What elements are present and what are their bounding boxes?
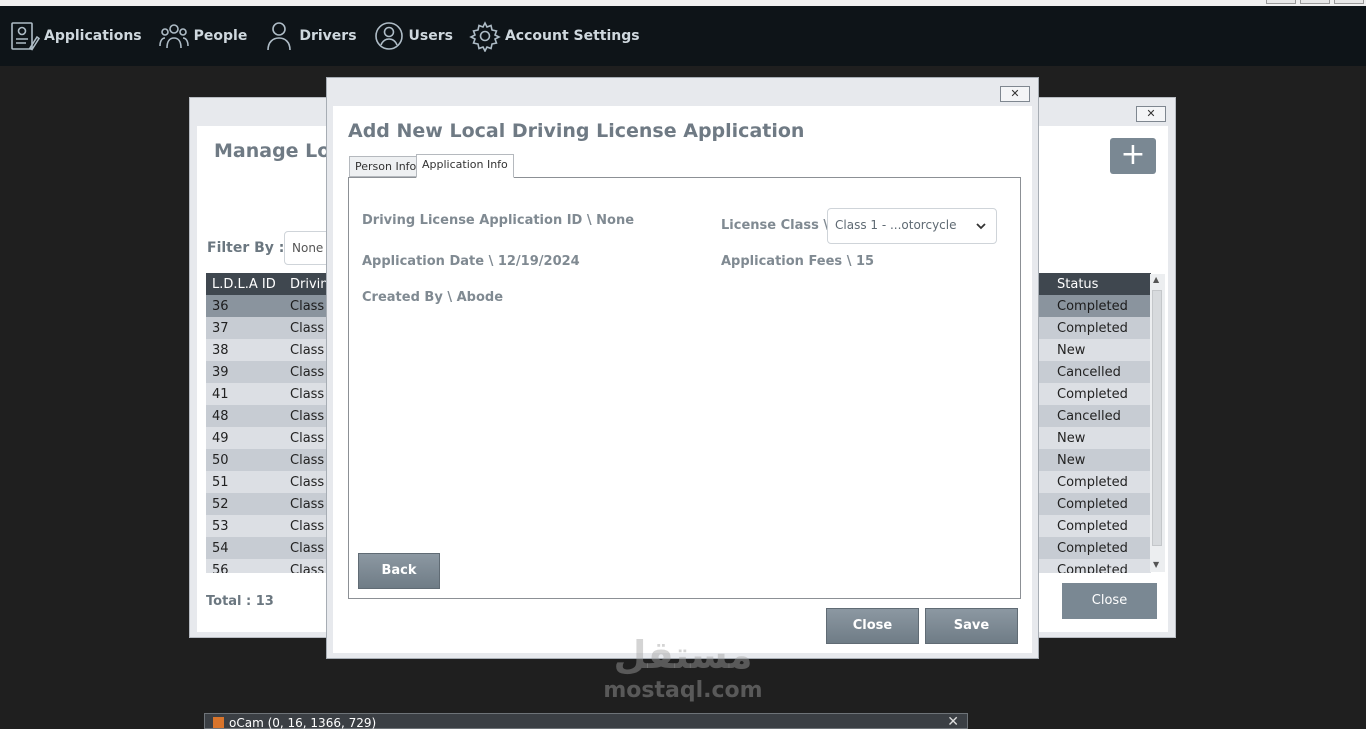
people-icon bbox=[158, 24, 189, 49]
cell-id: 37 bbox=[206, 317, 284, 339]
dialog-body: Add New Local Driving License Applicatio… bbox=[333, 106, 1032, 653]
cell-id: 49 bbox=[206, 427, 284, 449]
chevron-down-icon bbox=[976, 223, 986, 230]
cell-id: 53 bbox=[206, 515, 284, 537]
cell-status: Cancelled bbox=[1051, 405, 1151, 427]
menu-people[interactable]: People bbox=[158, 20, 248, 52]
cell-status: Completed bbox=[1051, 559, 1151, 573]
col-header-status[interactable]: Status bbox=[1051, 273, 1151, 295]
application-id-field: Driving License Application ID \ None bbox=[362, 213, 635, 228]
cell-id: 52 bbox=[206, 493, 284, 515]
menu-account-settings[interactable]: Account Settings bbox=[469, 20, 640, 52]
cell-status: New bbox=[1051, 427, 1151, 449]
drivers-icon bbox=[267, 22, 292, 51]
cell-status: New bbox=[1051, 339, 1151, 361]
save-button[interactable]: Save bbox=[925, 608, 1018, 644]
tab-application-info[interactable]: Application Info bbox=[416, 154, 514, 178]
menu-applications[interactable]: Applications bbox=[8, 20, 142, 52]
created-by-field: Created By \ Abode bbox=[362, 290, 504, 305]
cell-status: Completed bbox=[1051, 383, 1151, 405]
cell-id: 48 bbox=[206, 405, 284, 427]
cell-status: Completed bbox=[1051, 317, 1151, 339]
cell-id: 50 bbox=[206, 449, 284, 471]
bg-close-button[interactable]: Close bbox=[1062, 583, 1157, 619]
watermark-arabic: مستقل bbox=[613, 633, 753, 677]
license-class-select[interactable]: Class 1 - ...otorcycle bbox=[827, 208, 997, 244]
cell-status: Completed bbox=[1051, 493, 1151, 515]
scroll-down-icon[interactable]: ▼ bbox=[1153, 560, 1159, 569]
col-header-id[interactable]: L.D.L.A ID bbox=[206, 273, 284, 295]
menu-drivers[interactable]: Drivers bbox=[263, 20, 357, 52]
cell-id: 54 bbox=[206, 537, 284, 559]
application-info-panel: Driving License Application ID \ None Ap… bbox=[348, 177, 1021, 599]
total-count: Total : 13 bbox=[206, 594, 274, 609]
table-scrollbar[interactable]: ▲ ▼ bbox=[1150, 274, 1165, 572]
dialog-title: Add New Local Driving License Applicatio… bbox=[348, 120, 805, 142]
application-date-field: Application Date \ 12/19/2024 bbox=[362, 254, 580, 269]
cell-status: New bbox=[1051, 449, 1151, 471]
cell-id: 36 bbox=[206, 295, 284, 317]
ocam-icon bbox=[213, 717, 224, 728]
cell-status: Completed bbox=[1051, 295, 1151, 317]
menu-applications-label: Applications bbox=[44, 28, 142, 44]
watermark-latin: mostaql.com bbox=[603, 678, 763, 703]
ocam-titlebar: oCam (0, 16, 1366, 729) ✕ bbox=[204, 713, 968, 729]
dialog-close-x[interactable]: ✕ bbox=[1000, 86, 1030, 102]
dialog-close-button[interactable]: Close bbox=[826, 608, 919, 644]
license-class-label: License Class \ bbox=[721, 218, 829, 233]
filter-label: Filter By : bbox=[207, 240, 285, 256]
back-button[interactable]: Back bbox=[358, 553, 440, 589]
license-class-value: Class 1 - ...otorcycle bbox=[835, 218, 957, 232]
cell-status: Completed bbox=[1051, 537, 1151, 559]
menu-account-settings-label: Account Settings bbox=[504, 28, 640, 44]
ocam-title: oCam (0, 16, 1366, 729) bbox=[229, 716, 377, 729]
cell-status: Cancelled bbox=[1051, 361, 1151, 383]
maximize-button[interactable] bbox=[1300, 0, 1330, 4]
main-menu-bar: Applications People Drivers Users Accoun… bbox=[0, 6, 1366, 66]
cell-status: Completed bbox=[1051, 515, 1151, 537]
tab-person-info[interactable]: Person Info bbox=[349, 156, 423, 177]
add-application-button[interactable]: + bbox=[1110, 138, 1156, 174]
menu-users[interactable]: Users bbox=[373, 20, 453, 52]
scroll-thumb[interactable] bbox=[1152, 290, 1162, 546]
users-icon bbox=[374, 22, 403, 50]
bg-window-close-x[interactable]: ✕ bbox=[1136, 106, 1166, 122]
cell-id: 39 bbox=[206, 361, 284, 383]
applications-icon bbox=[11, 22, 40, 51]
cell-id: 38 bbox=[206, 339, 284, 361]
bg-window-title: Manage Loc bbox=[214, 140, 342, 162]
menu-users-label: Users bbox=[408, 28, 453, 44]
watermark: مستقل mostaql.com bbox=[600, 632, 766, 704]
add-application-dialog: ✕ Add New Local Driving License Applicat… bbox=[326, 77, 1039, 659]
ocam-close-icon[interactable]: ✕ bbox=[947, 714, 959, 729]
close-window-button[interactable] bbox=[1334, 0, 1364, 4]
menu-drivers-label: Drivers bbox=[299, 28, 357, 44]
menu-people-label: People bbox=[193, 28, 248, 44]
application-fees-field: Application Fees \ 15 bbox=[721, 254, 875, 269]
scroll-up-icon[interactable]: ▲ bbox=[1153, 275, 1159, 284]
cell-id: 56 bbox=[206, 559, 284, 573]
gear-icon bbox=[469, 21, 501, 52]
cell-status: Completed bbox=[1051, 471, 1151, 493]
cell-id: 51 bbox=[206, 471, 284, 493]
cell-id: 41 bbox=[206, 383, 284, 405]
minimize-button[interactable] bbox=[1266, 0, 1296, 4]
